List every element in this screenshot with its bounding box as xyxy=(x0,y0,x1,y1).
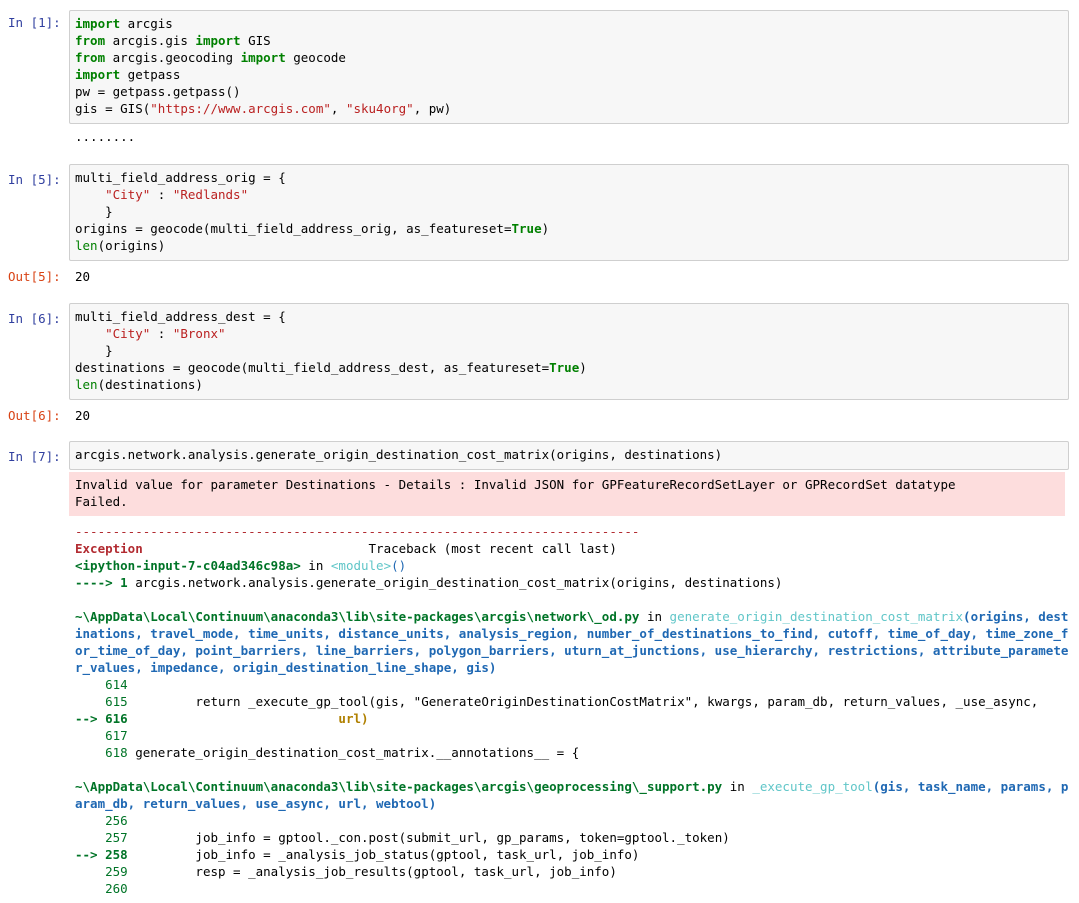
input-prompt: In [7]: xyxy=(8,449,61,464)
frame-line: 615 return _execute_gp_tool(gis, "Genera… xyxy=(75,694,1039,709)
exception-name: Exception xyxy=(75,541,143,556)
code-input[interactable]: multi_field_address_orig = { "City" : "R… xyxy=(69,164,1069,261)
frame-line: 618 generate_origin_destination_cost_mat… xyxy=(75,745,580,760)
code-line: } xyxy=(75,204,113,219)
code-line: origins = geocode(multi_field_address_or… xyxy=(75,221,550,236)
frame-line: 257 job_info = gptool._con.post(submit_u… xyxy=(75,830,730,845)
code-line: from arcgis.geocoding import geocode xyxy=(75,50,346,65)
traceback: ----------------------------------------… xyxy=(75,523,1070,897)
input-prompt: In [5]: xyxy=(8,172,61,187)
frame-func: generate_origin_destination_cost_matrix xyxy=(669,609,964,624)
stderr-line: Invalid value for parameter Destinations… xyxy=(75,477,956,492)
frame-line: 614 xyxy=(75,677,136,692)
frame-line-current: --> 258 job_info = _analysis_job_status(… xyxy=(75,847,640,862)
frame-line-current: --> 616 url) xyxy=(75,711,369,726)
frame-path: ~\AppData\Local\Continuum\anaconda3\lib\… xyxy=(75,779,723,794)
frame-1-header: ~\AppData\Local\Continuum\anaconda3\lib\… xyxy=(75,609,1069,675)
code-line: "City" : "Bronx" xyxy=(105,326,226,341)
traceback-input-ref: <ipython-input-7-c04ad346c98a> in <modul… xyxy=(75,558,407,573)
frame-2-header: ~\AppData\Local\Continuum\anaconda3\lib\… xyxy=(75,779,1069,811)
code-line: multi_field_address_orig = { xyxy=(75,170,286,185)
code-input[interactable]: arcgis.network.analysis.generate_origin_… xyxy=(69,441,1069,470)
output-value: 20 xyxy=(75,408,91,423)
code-line: } xyxy=(75,343,113,358)
code-line: len(origins) xyxy=(75,238,166,253)
code-line: multi_field_address_dest = { xyxy=(75,309,286,324)
stderr-output: Invalid value for parameter Destinations… xyxy=(69,472,1065,516)
traceback-rule: ----------------------------------------… xyxy=(75,524,640,539)
code-line: import getpass xyxy=(75,67,181,82)
frame-line: 260 xyxy=(75,881,136,896)
input-prompt: In [1]: xyxy=(8,15,61,30)
traceback-arrow-line: ----> 1 arcgis.network.analysis.generate… xyxy=(75,575,783,590)
code-line: pw = getpass.getpass() xyxy=(75,84,241,99)
code-line: destinations = geocode(multi_field_addre… xyxy=(75,360,587,375)
output-prompt: Out[6]: xyxy=(8,408,61,423)
frame-line: 256 xyxy=(75,813,136,828)
code-line: import arcgis xyxy=(75,16,173,31)
code-input[interactable]: import arcgis from arcgis.gis import GIS… xyxy=(69,10,1069,124)
output-value: 20 xyxy=(75,269,91,284)
input-prompt: In [6]: xyxy=(8,311,61,326)
code-line: len(destinations) xyxy=(75,377,203,392)
frame-line: 259 resp = _analysis_job_results(gptool,… xyxy=(75,864,617,879)
frame-line: 617 xyxy=(75,728,136,743)
traceback-header: Exception Traceback (most recent call la… xyxy=(75,540,1070,557)
code-input[interactable]: multi_field_address_dest = { "City" : "B… xyxy=(69,303,1069,400)
stdout-output: ........ xyxy=(75,129,136,144)
code-line: gis = GIS("https://www.arcgis.com", "sku… xyxy=(75,101,452,116)
code-line: "City" : "Redlands" xyxy=(105,187,249,202)
traceback-label: Traceback (most recent call last) xyxy=(368,541,617,556)
output-prompt: Out[5]: xyxy=(8,269,61,284)
frame-func: _execute_gp_tool xyxy=(752,779,873,794)
stderr-line: Failed. xyxy=(75,494,128,509)
code-line: from arcgis.gis import GIS xyxy=(75,33,271,48)
code-line: arcgis.network.analysis.generate_origin_… xyxy=(75,447,723,462)
frame-path: ~\AppData\Local\Continuum\anaconda3\lib\… xyxy=(75,609,640,624)
